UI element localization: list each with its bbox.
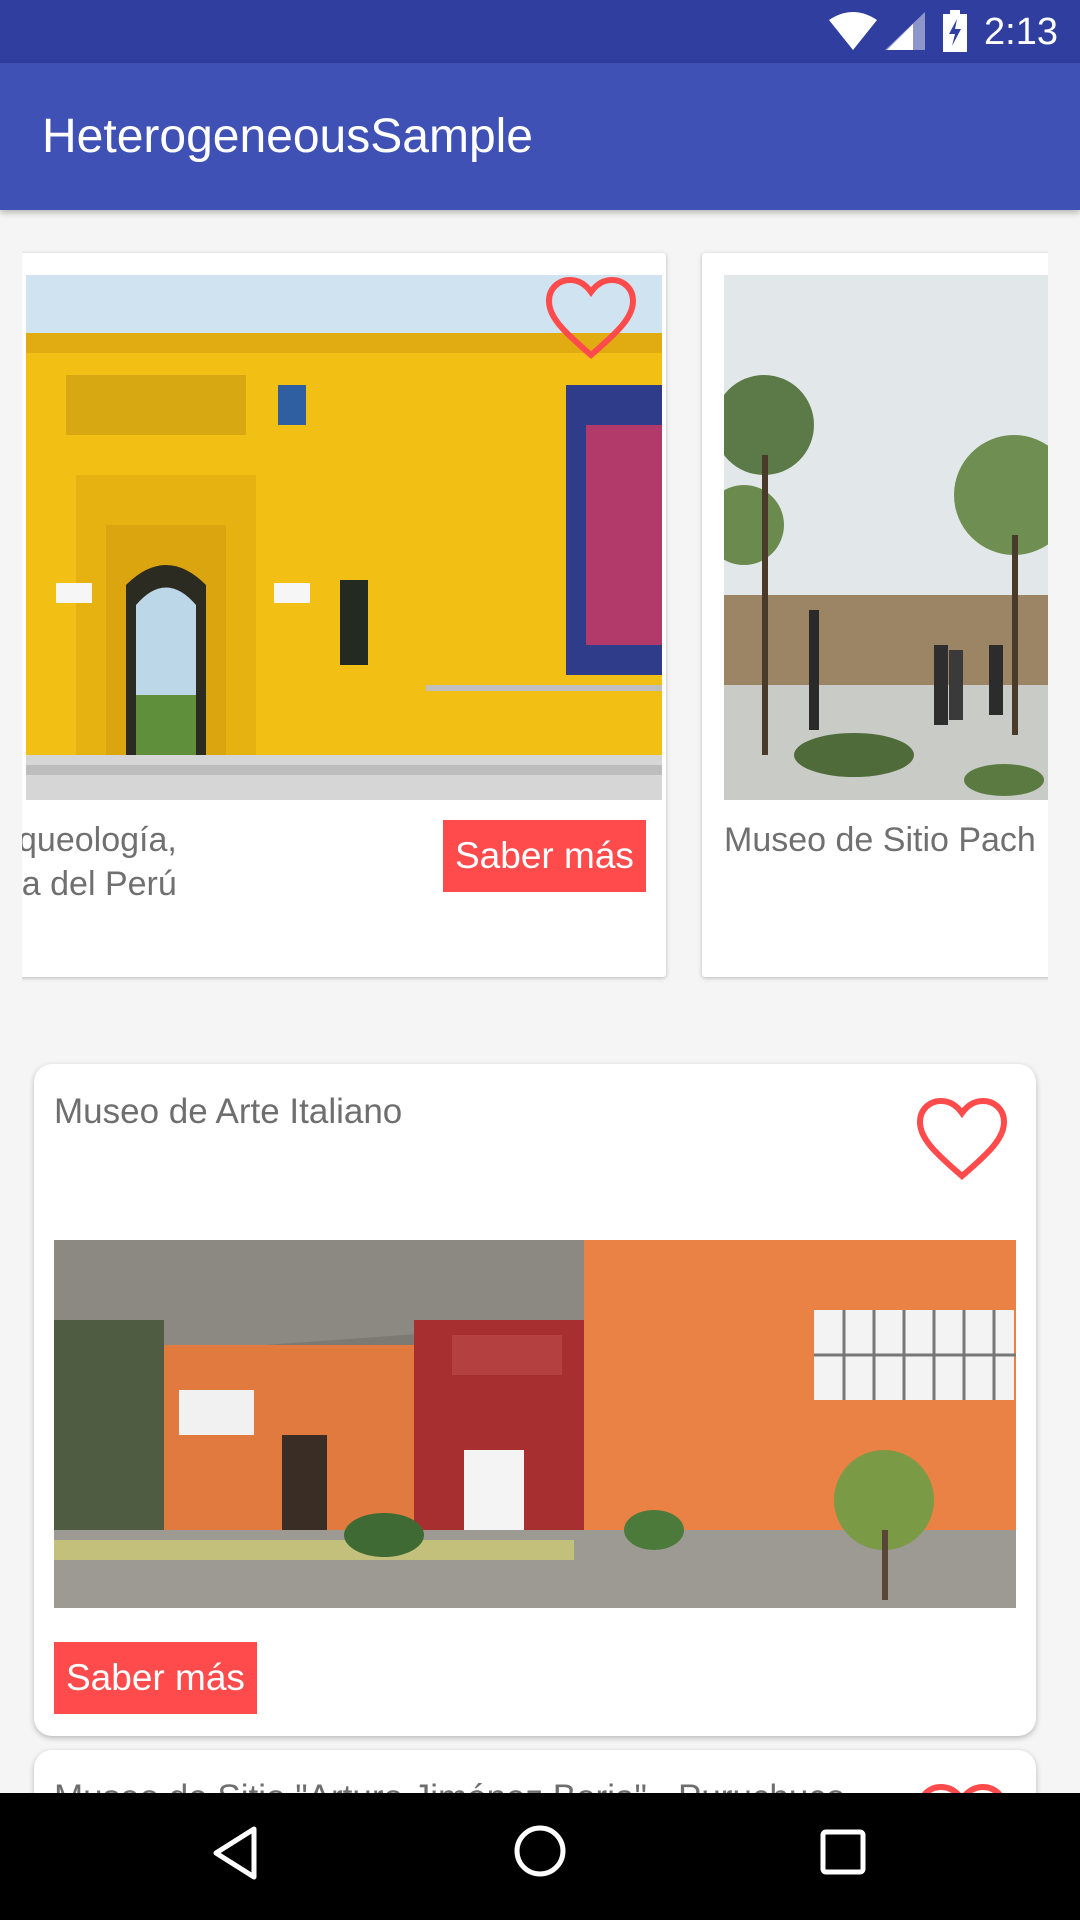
saber-mas-button[interactable]: Saber más (443, 820, 646, 892)
status-bar: 2:13 (0, 0, 1080, 63)
app-bar: HeterogeneousSample (0, 63, 1080, 210)
museum-name: Museo de Sitio Pach (724, 818, 1048, 862)
favorite-heart-icon[interactable] (543, 275, 639, 361)
wifi-icon (829, 12, 877, 50)
status-time: 2:13 (984, 11, 1058, 53)
saber-mas-button[interactable]: Saber más (54, 1642, 257, 1714)
museum-feed[interactable]: Arqueología, oria del Perú Saber más (0, 210, 1080, 1793)
museum-carousel[interactable]: Arqueología, oria del Perú Saber más (22, 210, 1048, 1000)
app-title: HeterogeneousSample (42, 110, 533, 163)
museum-name-line: Museo de Sitio Pach (724, 821, 1036, 859)
museum-card[interactable]: Museo de Arte Italiano Saber más (34, 1064, 1036, 1736)
favorite-heart-icon[interactable] (914, 1782, 1010, 1793)
carousel-card[interactable]: Arqueología, oria del Perú Saber más (22, 253, 666, 977)
museum-name-line: oria del Perú (22, 865, 177, 903)
back-icon[interactable] (210, 1825, 260, 1881)
favorite-heart-icon[interactable] (914, 1096, 1010, 1182)
museum-name: Museo de Sitio "Arturo Jiménez Borja" - … (54, 1776, 845, 1793)
battery-charging-icon (943, 10, 967, 52)
museum-name: Arqueología, oria del Perú (22, 818, 404, 906)
navigation-bar (0, 1793, 1080, 1920)
recent-apps-icon[interactable] (820, 1829, 866, 1875)
museum-card[interactable]: Museo de Sitio "Arturo Jiménez Borja" - … (34, 1750, 1036, 1793)
museum-name-line: Arqueología, (22, 821, 177, 859)
museum-photo (724, 275, 1048, 800)
museum-name: Museo de Arte Italiano (54, 1092, 403, 1131)
signal-icon (885, 12, 925, 50)
museum-photo (54, 1240, 1016, 1608)
carousel-card[interactable]: Museo de Sitio Pach (702, 253, 1048, 977)
home-icon[interactable] (512, 1823, 568, 1879)
